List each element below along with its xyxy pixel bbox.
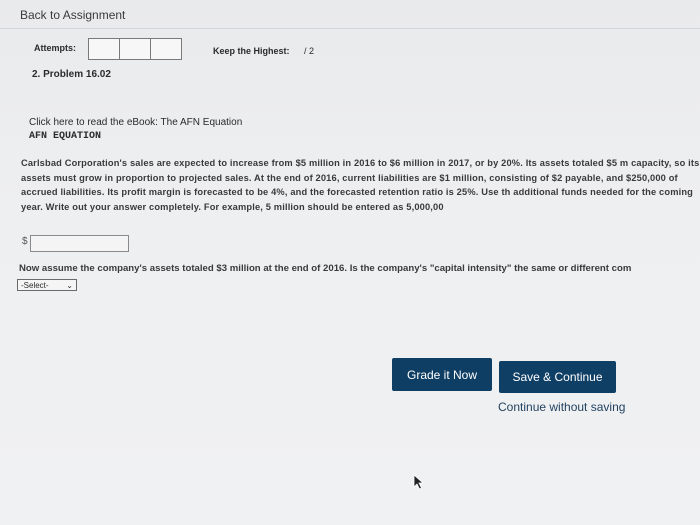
attempt-box-2: [119, 38, 151, 60]
save-and-continue-button[interactable]: Save & Continue: [499, 361, 616, 393]
select-value: -Select-: [21, 280, 49, 290]
top-bar: Back to Assignment: [0, 0, 700, 29]
problem-paragraph: Carlsbad Corporation's sales are expecte…: [21, 158, 700, 212]
back-to-assignment-link[interactable]: Back to Assignment: [20, 8, 125, 22]
ebook-link[interactable]: Click here to read the eBook: The AFN Eq…: [29, 117, 242, 128]
attempts-label: Attempts:: [34, 43, 76, 53]
problem-title: 2. Problem 16.02: [32, 69, 111, 80]
continue-without-saving-link[interactable]: Continue without saving: [498, 400, 625, 414]
attempt-box-3: [150, 38, 182, 60]
keep-highest-value: / 2: [304, 46, 315, 56]
grade-it-now-button[interactable]: Grade it Now: [392, 358, 492, 391]
section-heading: AFN EQUATION: [29, 131, 102, 142]
capital-intensity-select[interactable]: -Select- ⌄: [17, 279, 77, 291]
currency-symbol: $: [22, 236, 28, 247]
keep-highest-label: Keep the Highest:: [213, 46, 290, 56]
answer-input[interactable]: [30, 235, 129, 252]
attempt-box-1: [88, 38, 120, 60]
capital-intensity-question: Now assume the company's assets totaled …: [19, 263, 632, 274]
mouse-pointer-icon: [413, 474, 425, 490]
chevron-down-icon: ⌄: [66, 280, 73, 290]
attempt-boxes: [88, 38, 182, 60]
